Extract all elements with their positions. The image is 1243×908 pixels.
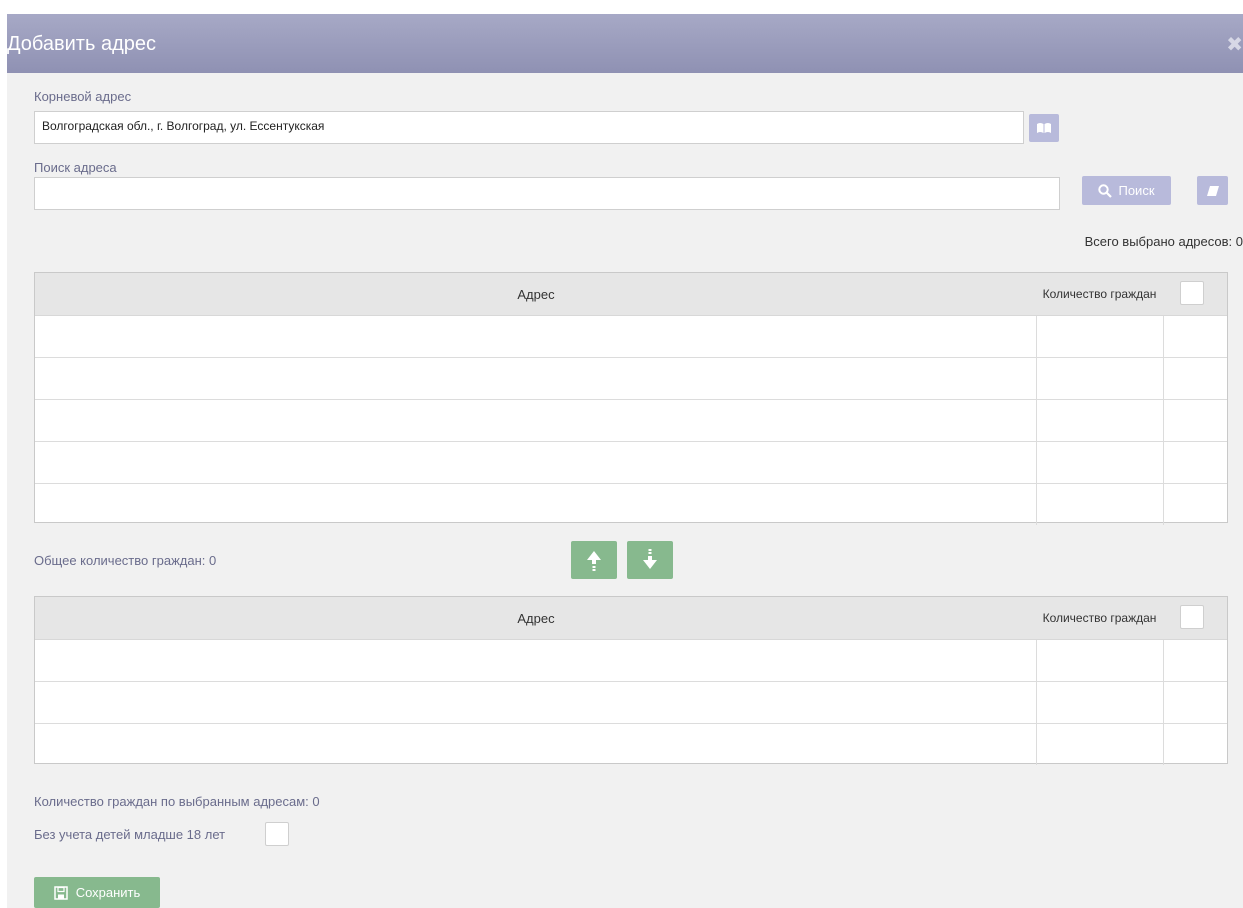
root-address-input[interactable]: Волгоградская обл., г. Волгоград, ул. Ес…: [34, 111, 1024, 144]
search-button-label: Поиск: [1118, 183, 1155, 198]
column-header-address[interactable]: Адрес: [35, 597, 1037, 639]
select-all-checkbox[interactable]: [1180, 605, 1204, 629]
selected-citizens-label: Количество граждан по выбранным адресам:…: [34, 794, 320, 809]
column-header-address[interactable]: Адрес: [35, 273, 1037, 315]
save-icon: [53, 885, 68, 900]
table-row[interactable]: [35, 442, 1227, 484]
search-address-label: Поиск адреса: [34, 160, 117, 175]
move-down-button[interactable]: [627, 541, 673, 579]
dialog-title: Добавить адрес: [7, 33, 156, 55]
add-address-dialog: Добавить адрес ✖ Корневой адрес Волгогра…: [7, 14, 1243, 908]
grid-header: Адрес Количество граждан: [35, 597, 1227, 640]
save-button[interactable]: Сохранить: [34, 877, 160, 908]
root-address-label: Корневой адрес: [34, 89, 132, 104]
column-header-citizens-count[interactable]: Количество граждан: [1037, 273, 1162, 315]
exclude-children-checkbox[interactable]: [265, 822, 289, 846]
table-row[interactable]: [35, 484, 1227, 525]
grid-header: Адрес Количество граждан: [35, 273, 1227, 316]
table-row[interactable]: [35, 316, 1227, 358]
search-icon: [1098, 183, 1113, 198]
table-row[interactable]: [35, 358, 1227, 400]
address-picker-button[interactable]: [1029, 114, 1059, 142]
total-citizens-label: Общее количество граждан: 0: [34, 553, 217, 568]
table-row[interactable]: [35, 640, 1227, 682]
dialog-titlebar: Добавить адрес ✖: [7, 14, 1243, 73]
arrow-down-icon: [643, 549, 657, 569]
selected-addresses-total: Всего выбрано адресов: 0: [1084, 234, 1243, 249]
book-icon: [1037, 123, 1051, 133]
available-addresses-grid: Адрес Количество граждан: [34, 272, 1228, 525]
column-header-citizens-count[interactable]: Количество граждан: [1037, 597, 1162, 639]
save-button-label: Сохранить: [75, 885, 141, 900]
select-all-checkbox[interactable]: [1180, 281, 1204, 305]
clear-search-button[interactable]: [1197, 176, 1228, 205]
eraser-icon: [1206, 185, 1219, 196]
exclude-children-label: Без учета детей младше 18 лет: [34, 827, 226, 842]
search-button[interactable]: Поиск: [1082, 176, 1171, 205]
table-row[interactable]: [35, 400, 1227, 442]
search-address-input[interactable]: [34, 177, 1060, 210]
table-row[interactable]: [35, 724, 1227, 765]
table-row[interactable]: [35, 682, 1227, 724]
selected-addresses-grid: Адрес Количество граждан: [34, 596, 1228, 765]
arrow-up-icon: [587, 551, 601, 571]
close-icon[interactable]: ✖: [1226, 32, 1243, 57]
move-up-button[interactable]: [571, 541, 617, 579]
